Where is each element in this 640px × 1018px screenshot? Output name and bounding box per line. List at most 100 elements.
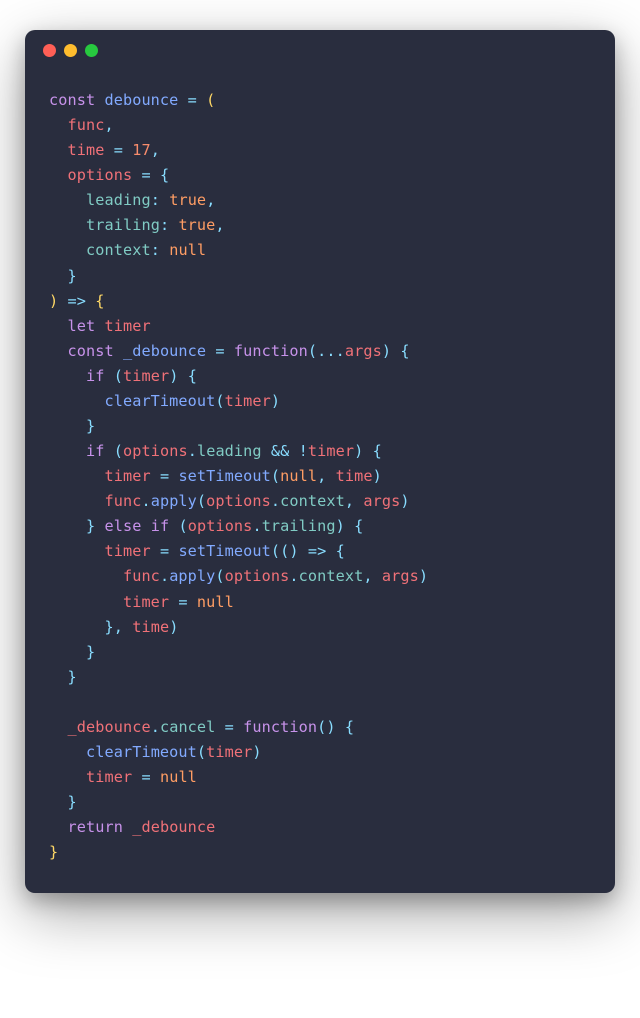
code-token: , <box>215 216 224 234</box>
code-token: null <box>197 593 234 611</box>
code-token: time <box>68 141 105 159</box>
code-token: = <box>215 342 224 360</box>
code-token: { <box>160 166 169 184</box>
code-token: } <box>86 643 95 661</box>
code-token: context <box>86 241 151 259</box>
code-token: => <box>68 292 87 310</box>
code-token: timer <box>104 317 150 335</box>
code-token: options <box>188 517 253 535</box>
close-icon[interactable] <box>43 44 56 57</box>
code-token: null <box>160 768 197 786</box>
code-token: options <box>123 442 188 460</box>
code-token: else <box>104 517 141 535</box>
code-token: && <box>271 442 290 460</box>
code-token: apply <box>169 567 215 585</box>
code-token: : <box>160 216 169 234</box>
code-token: ! <box>299 442 308 460</box>
code-token: args <box>363 492 400 510</box>
code-token: { <box>400 342 409 360</box>
code-token: . <box>151 718 160 736</box>
maximize-icon[interactable] <box>85 44 98 57</box>
code-token: }, <box>104 618 123 636</box>
code-token: } <box>68 793 77 811</box>
code-token: { <box>95 292 104 310</box>
code-window: const debounce = ( func, time = 17, opti… <box>25 30 615 893</box>
minimize-icon[interactable] <box>64 44 77 57</box>
code-token: ( <box>178 517 187 535</box>
code-token: = <box>141 166 150 184</box>
code-token: . <box>271 492 280 510</box>
code-token: null <box>169 241 206 259</box>
code-token: = <box>188 91 197 109</box>
code-token: context <box>280 492 345 510</box>
code-token: , <box>151 141 160 159</box>
code-token: ... <box>317 342 345 360</box>
code-token: ( <box>215 567 224 585</box>
code-token: clearTimeout <box>104 392 215 410</box>
code-token: timer <box>104 467 150 485</box>
code-token: { <box>373 442 382 460</box>
code-token: ) <box>336 517 345 535</box>
code-token: ) <box>252 743 261 761</box>
code-token: timer <box>123 593 169 611</box>
code-token: } <box>86 417 95 435</box>
code-token: ( <box>308 342 317 360</box>
code-token: ) <box>169 367 178 385</box>
code-token: if <box>86 442 105 460</box>
code-token: . <box>141 492 150 510</box>
code-token: : <box>151 241 160 259</box>
code-token: ) <box>169 618 178 636</box>
code-token: options <box>225 567 290 585</box>
code-token: context <box>299 567 364 585</box>
code-token: } <box>68 668 77 686</box>
code-token: = <box>141 768 150 786</box>
code-token: time <box>132 618 169 636</box>
code-token: timer <box>86 768 132 786</box>
code-token: options <box>68 166 133 184</box>
code-token: setTimeout <box>178 542 270 560</box>
code-token: func <box>104 492 141 510</box>
code-token: time <box>336 467 373 485</box>
code-token: = <box>114 141 123 159</box>
code-token: ( <box>197 743 206 761</box>
code-token: function <box>234 342 308 360</box>
code-token: = <box>178 593 187 611</box>
code-token: timer <box>206 743 252 761</box>
code-token: timer <box>104 542 150 560</box>
code-token: args <box>382 567 419 585</box>
code-token: => <box>308 542 327 560</box>
code-token: { <box>336 542 345 560</box>
code-token: trailing <box>86 216 160 234</box>
code-token: timer <box>308 442 354 460</box>
code-token: clearTimeout <box>86 743 197 761</box>
code-token: const <box>49 91 95 109</box>
code-token: true <box>178 216 215 234</box>
code-token: leading <box>86 191 151 209</box>
code-token: let <box>68 317 96 335</box>
window-titlebar <box>25 30 615 70</box>
code-token: 17 <box>132 141 151 159</box>
code-token: ) <box>271 392 280 410</box>
code-token: (( <box>271 542 290 560</box>
code-token: . <box>252 517 261 535</box>
code-token: . <box>160 567 169 585</box>
code-token: if <box>86 367 105 385</box>
code-token: ) <box>289 542 298 560</box>
code-token: ) <box>49 292 58 310</box>
code-token: { <box>345 718 354 736</box>
code-token: cancel <box>160 718 215 736</box>
code-token: function <box>243 718 317 736</box>
code-token: null <box>280 467 317 485</box>
code-token: } <box>86 517 95 535</box>
code-token: . <box>289 567 298 585</box>
code-token: timer <box>225 392 271 410</box>
code-token: func <box>68 116 105 134</box>
code-block: const debounce = ( func, time = 17, opti… <box>25 70 615 893</box>
code-token: args <box>345 342 382 360</box>
code-token: . <box>188 442 197 460</box>
code-token: = <box>160 542 169 560</box>
code-token: const <box>68 342 114 360</box>
code-token: ( <box>271 467 280 485</box>
code-token: _debounce <box>123 342 206 360</box>
code-token: ) <box>373 467 382 485</box>
